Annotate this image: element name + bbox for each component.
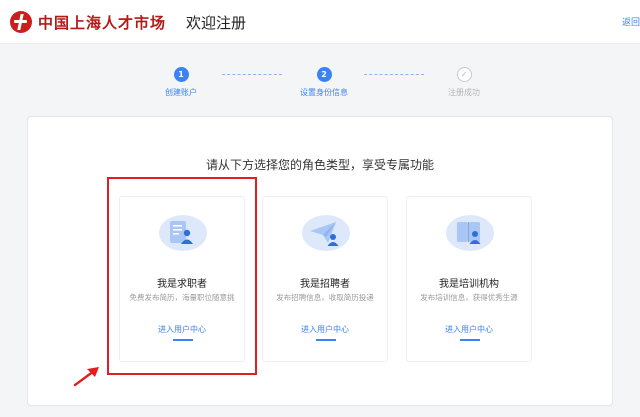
enter-user-center-link[interactable]: 进入用户中心 xyxy=(263,324,387,335)
step-number: 2 xyxy=(316,67,332,82)
send-plane-user-icon xyxy=(302,215,350,251)
step-label: 注册成功 xyxy=(448,88,480,97)
role-description: 发布招聘信息，收取简历投递 xyxy=(276,293,374,302)
role-card-recruiter[interactable]: 我是招聘者 发布招聘信息，收取简历投递 进入用户中心 xyxy=(262,196,388,362)
role-name: 我是招聘者 xyxy=(300,279,350,290)
page-title: 欢迎注册 xyxy=(186,14,247,32)
header-bar: 中国上海人才市场 欢迎注册 返回 xyxy=(0,0,640,44)
role-card-training-institution[interactable]: 我是培训机构 发布培训信息，获得优秀生源 进入用户中心 xyxy=(406,196,532,362)
book-user-icon xyxy=(446,215,494,251)
step-number: 1 xyxy=(173,67,189,82)
role-prompt: 请从下方选择您的角色类型，享受专属功能 xyxy=(205,158,434,172)
step-label: 设置身份信息 xyxy=(300,88,348,97)
step-success: ✓ 注册成功 xyxy=(424,67,504,98)
logo-emblem-icon xyxy=(10,11,32,33)
step-connector xyxy=(364,74,424,75)
role-name: 我是培训机构 xyxy=(439,279,499,290)
role-description: 发布培训信息，获得优秀生源 xyxy=(420,293,518,302)
return-link[interactable]: 返回 xyxy=(622,15,640,28)
logo-text: 中国上海人才市场 xyxy=(38,13,167,32)
link-underline xyxy=(460,339,480,341)
step-label: 创建账户 xyxy=(165,88,197,97)
enter-user-center-link[interactable]: 进入用户中心 xyxy=(407,324,531,335)
site-logo[interactable]: 中国上海人才市场 xyxy=(10,10,166,34)
step-set-identity: 2 设置身份信息 xyxy=(284,67,364,98)
step-connector xyxy=(222,74,282,75)
step-create-account: 1 创建账户 xyxy=(141,67,221,98)
annotation-arrow-icon xyxy=(73,367,99,387)
annotation-highlight-box xyxy=(107,177,257,375)
check-icon: ✓ xyxy=(456,67,472,82)
link-underline xyxy=(316,339,336,341)
